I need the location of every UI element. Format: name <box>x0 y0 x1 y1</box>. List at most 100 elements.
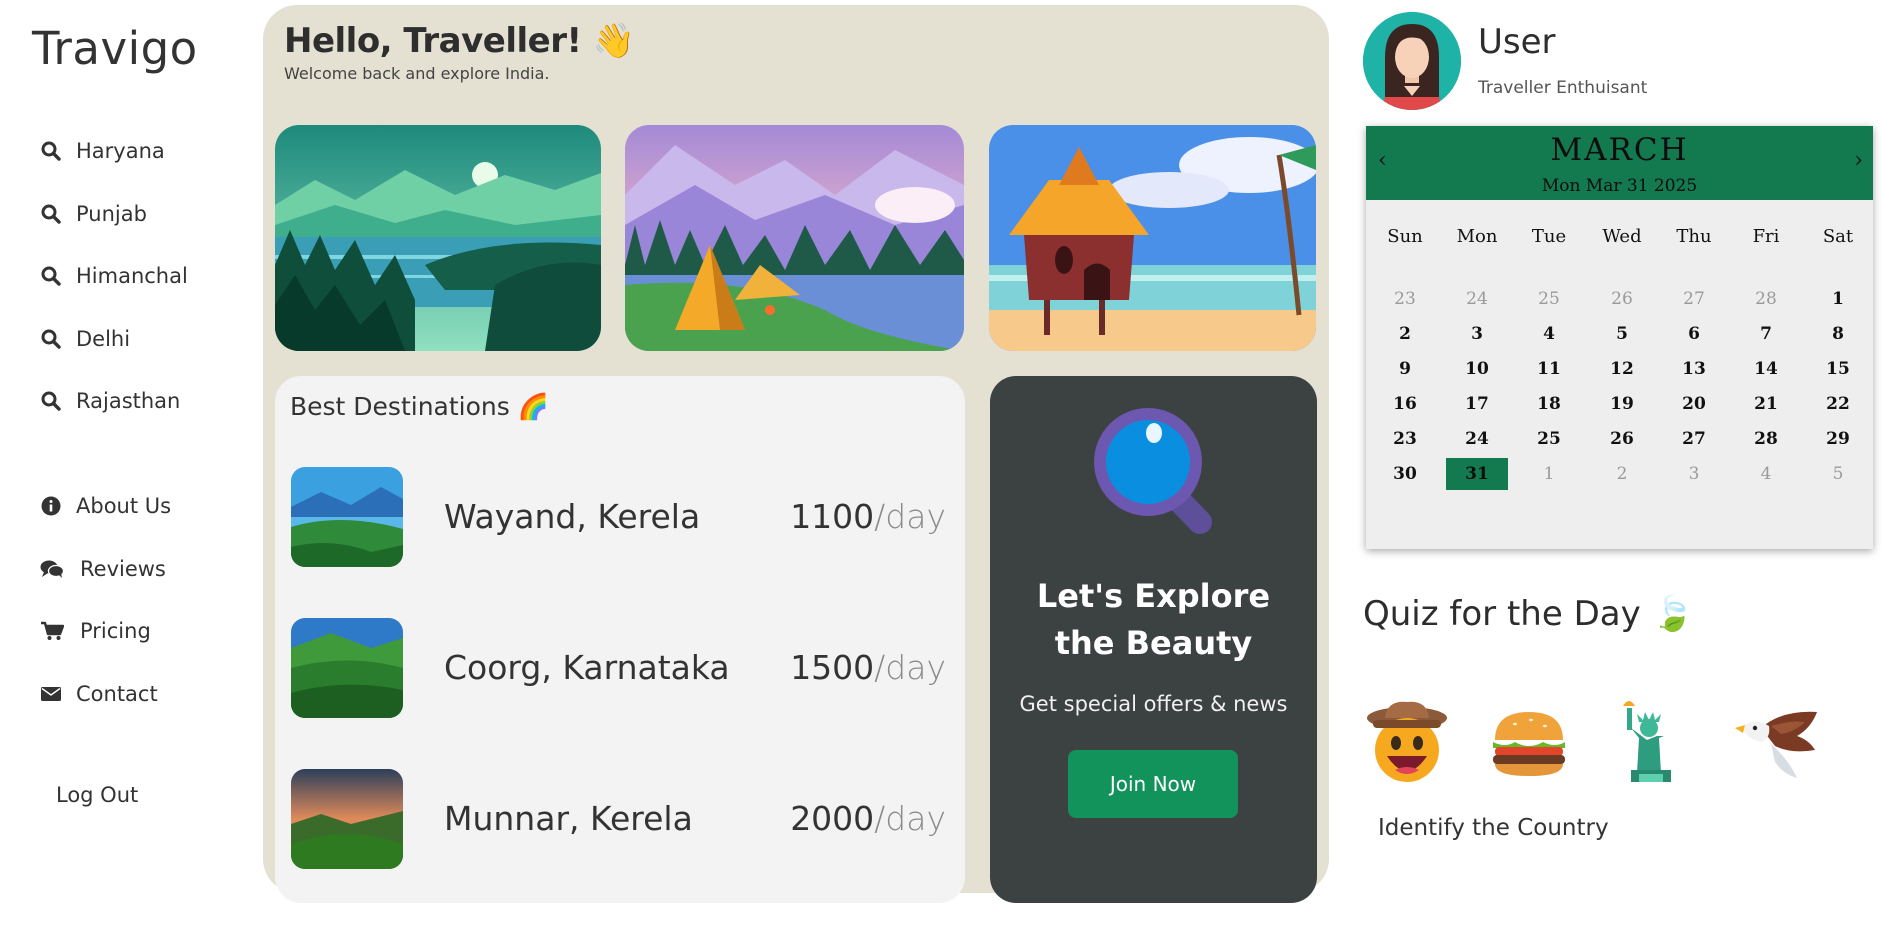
calendar-day[interactable]: 18 <box>1518 388 1580 420</box>
price-unit: /day <box>874 799 946 838</box>
cowboy-face-icon[interactable] <box>1363 698 1451 786</box>
destination-row[interactable]: Wayand, Kerela 1100/day <box>291 467 946 567</box>
destination-price: 1500/day <box>790 648 946 687</box>
calendar-day[interactable]: 16 <box>1374 388 1436 420</box>
sidebar-item-pricing[interactable]: Pricing <box>40 600 171 663</box>
calendar-weekday: Sat <box>1822 226 1854 247</box>
explore-title: Let's Explore the Beauty <box>1036 577 1271 662</box>
calendar-month: MARCH <box>1550 132 1689 168</box>
best-destinations-card: Best Destinations 🌈 Wayand, Kerela 1100/… <box>275 376 965 903</box>
calendar-day-selected[interactable]: 31 <box>1446 458 1508 490</box>
user-role: Traveller Enthuisant <box>1478 78 1648 98</box>
envelope-icon <box>40 683 62 705</box>
calendar-day[interactable]: 4 <box>1518 318 1580 350</box>
sidebar-item-punjab[interactable]: Punjab <box>40 183 188 246</box>
hero-image-camping[interactable] <box>625 125 964 351</box>
logout-button[interactable]: Log Out <box>56 783 138 807</box>
quiz-caption: Identify the Country <box>1378 815 1609 841</box>
sidebar-item-haryana[interactable]: Haryana <box>40 120 188 183</box>
calendar-day[interactable]: 1 <box>1518 458 1580 490</box>
calendar-weekday: Wed <box>1602 226 1642 247</box>
calendar-weekday: Mon <box>1456 226 1498 247</box>
calendar-weekday: Sun <box>1387 226 1423 247</box>
calendar-day[interactable]: 2 <box>1591 458 1653 490</box>
calendar-day[interactable]: 10 <box>1446 353 1508 385</box>
burger-icon[interactable] <box>1485 698 1573 786</box>
hero-image-beach[interactable] <box>989 125 1316 351</box>
calendar-day[interactable]: 5 <box>1591 318 1653 350</box>
calendar-day[interactable]: 14 <box>1735 353 1797 385</box>
cart-icon <box>40 620 64 642</box>
price-unit: /day <box>874 648 946 687</box>
calendar-day[interactable]: 5 <box>1807 458 1869 490</box>
calendar-day[interactable]: 13 <box>1663 353 1725 385</box>
search-icon <box>40 265 62 287</box>
sidebar-item-delhi[interactable]: Delhi <box>40 308 188 371</box>
destination-name: Coorg, Karnataka <box>444 648 730 687</box>
calendar-day[interactable]: 19 <box>1591 388 1653 420</box>
calendar-day[interactable]: 28 <box>1735 423 1797 455</box>
statue-of-liberty-icon[interactable] <box>1609 698 1697 786</box>
calendar-day[interactable]: 29 <box>1807 423 1869 455</box>
info-icon <box>40 495 62 517</box>
price-value: 1100 <box>790 497 875 536</box>
calendar-day[interactable]: 27 <box>1663 283 1725 315</box>
sidebar-item-about-us[interactable]: About Us <box>40 475 171 538</box>
sidebar-item-contact[interactable]: Contact <box>40 663 171 726</box>
calendar-day[interactable]: 26 <box>1591 283 1653 315</box>
sidebar-item-himanchal[interactable]: Himanchal <box>40 245 188 308</box>
calendar-day[interactable]: 21 <box>1735 388 1797 420</box>
sidebar-item-label: Haryana <box>76 139 165 164</box>
calendar-day[interactable]: 28 <box>1735 283 1797 315</box>
calendar-day[interactable]: 25 <box>1518 283 1580 315</box>
sidebar-item-label: Contact <box>76 681 158 706</box>
destination-name: Munnar, Kerela <box>444 799 693 838</box>
best-destinations-title: Best Destinations 🌈 <box>290 392 549 421</box>
brand-logo: Travigo <box>32 22 198 75</box>
price-value: 1500 <box>790 648 875 687</box>
sidebar-item-label: Pricing <box>80 619 151 644</box>
search-icon <box>40 203 62 225</box>
calendar-day[interactable]: 7 <box>1735 318 1797 350</box>
avatar[interactable] <box>1363 12 1461 110</box>
calendar-day[interactable]: 15 <box>1807 353 1869 385</box>
calendar-day[interactable]: 8 <box>1807 318 1869 350</box>
calendar-day[interactable]: 24 <box>1446 283 1508 315</box>
sidebar-item-rajasthan[interactable]: Rajasthan <box>40 370 188 433</box>
destination-thumbnail <box>291 618 403 718</box>
destination-row[interactable]: Coorg, Karnataka 1500/day <box>291 618 946 718</box>
calendar-day[interactable]: 24 <box>1446 423 1508 455</box>
eagle-icon[interactable] <box>1731 698 1819 786</box>
calendar-day[interactable]: 3 <box>1446 318 1508 350</box>
calendar-day[interactable]: 4 <box>1735 458 1797 490</box>
calendar-next-button[interactable]: › <box>1854 148 1863 173</box>
join-now-button[interactable]: Join Now <box>1068 750 1238 818</box>
comments-icon <box>40 558 64 580</box>
calendar-weekday: Tue <box>1531 226 1567 247</box>
calendar-day[interactable]: 30 <box>1374 458 1436 490</box>
calendar-day[interactable]: 9 <box>1374 353 1436 385</box>
page-title: Hello, Traveller! 👋 <box>284 21 635 61</box>
calendar-day[interactable]: 26 <box>1591 423 1653 455</box>
calendar-weekday: Thu <box>1676 226 1712 247</box>
magnifier-icon <box>1088 404 1218 539</box>
calendar-day[interactable]: 27 <box>1663 423 1725 455</box>
calendar-day[interactable]: 20 <box>1663 388 1725 420</box>
calendar-day[interactable]: 1 <box>1807 283 1869 315</box>
calendar-day[interactable]: 3 <box>1663 458 1725 490</box>
calendar-day[interactable]: 2 <box>1374 318 1436 350</box>
calendar-day[interactable]: 12 <box>1591 353 1653 385</box>
calendar-day[interactable]: 6 <box>1663 318 1725 350</box>
sidebar-item-reviews[interactable]: Reviews <box>40 538 171 601</box>
destination-thumbnail <box>291 769 403 869</box>
search-icon <box>40 328 62 350</box>
calendar-day[interactable]: 25 <box>1518 423 1580 455</box>
calendar-day[interactable]: 22 <box>1807 388 1869 420</box>
calendar-day[interactable]: 23 <box>1374 283 1436 315</box>
calendar-day[interactable]: 11 <box>1518 353 1580 385</box>
calendar-day[interactable]: 17 <box>1446 388 1508 420</box>
hero-image-lake[interactable] <box>275 125 601 351</box>
destination-price: 1100/day <box>790 497 946 536</box>
calendar-day[interactable]: 23 <box>1374 423 1436 455</box>
destination-row[interactable]: Munnar, Kerela 2000/day <box>291 769 946 869</box>
